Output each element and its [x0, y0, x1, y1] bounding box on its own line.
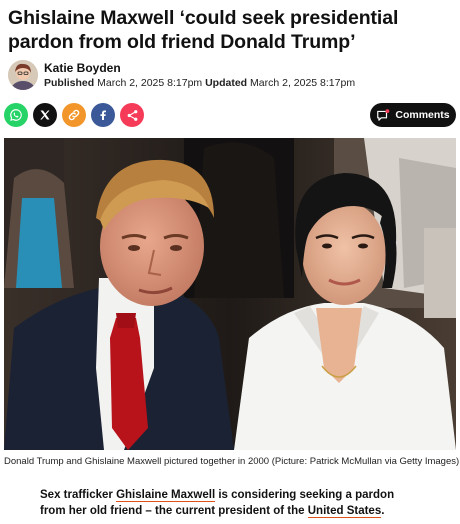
article-lead: Sex trafficker Ghislaine Maxwell is cons…: [40, 487, 420, 519]
article-headline: Ghislaine Maxwell ‘could seek presidenti…: [8, 7, 399, 53]
publish-dates: Published March 2, 2025 8:17pm Updated M…: [44, 77, 355, 89]
whatsapp-icon: [10, 109, 22, 121]
updated-date: March 2, 2025 8:17pm: [250, 77, 356, 89]
byline: Katie Boyden Published March 2, 2025 8:1…: [8, 60, 452, 98]
article-photo[interactable]: [4, 138, 456, 450]
x-share-button[interactable]: [33, 103, 57, 127]
whatsapp-share-button[interactable]: [4, 103, 28, 127]
facebook-icon: [100, 110, 106, 120]
more-share-button[interactable]: [120, 103, 144, 127]
updated-label: Updated: [205, 77, 248, 89]
link-icon: [68, 109, 80, 121]
share-icon: [127, 109, 137, 121]
photo-caption: Donald Trump and Ghislaine Maxwell pictu…: [4, 456, 460, 467]
comments-button[interactable]: Comments: [370, 103, 456, 127]
copy-link-button[interactable]: [62, 103, 86, 127]
x-icon: [40, 110, 50, 120]
united-states-link[interactable]: United States: [307, 505, 382, 518]
author-name[interactable]: Katie Boyden: [44, 61, 121, 75]
comment-bubble-icon: [377, 108, 390, 121]
lead-text-3: .: [381, 505, 385, 517]
photo-illustration: [4, 138, 456, 450]
author-avatar[interactable]: [8, 60, 38, 90]
published-date: March 2, 2025 8:17pm: [97, 77, 203, 89]
comments-label: Comments: [395, 109, 450, 121]
facebook-share-button[interactable]: [91, 103, 115, 127]
share-bar: Comments: [4, 103, 456, 129]
lead-text-1: Sex trafficker: [40, 489, 117, 501]
ghislaine-maxwell-link[interactable]: Ghislaine Maxwell: [116, 489, 216, 502]
published-label: Published: [44, 77, 95, 89]
